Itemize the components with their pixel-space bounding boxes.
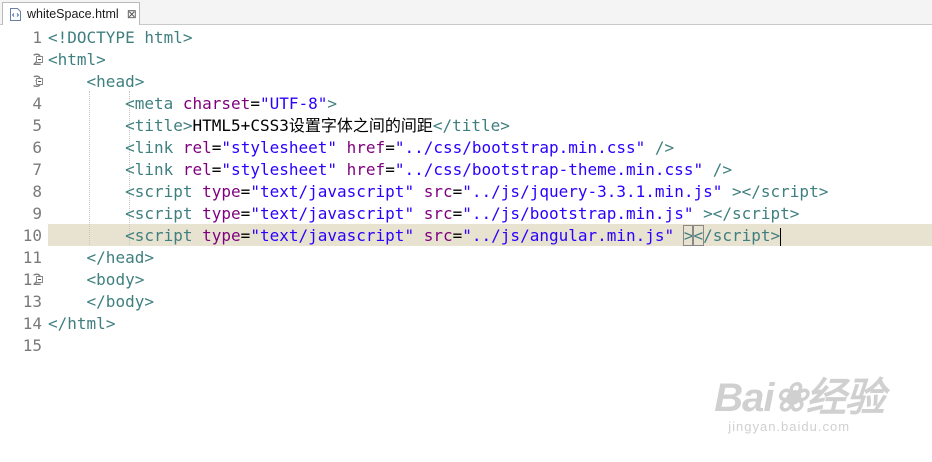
tag-name: head bbox=[96, 72, 135, 91]
doctype-text: <!DOCTYPE html> bbox=[48, 28, 193, 47]
title-text: HTML5+CSS3设置字体之间的间距 bbox=[192, 116, 433, 135]
tab-label: whiteSpace.html bbox=[27, 7, 119, 21]
code-line: <link rel="stylesheet" href="../css/boot… bbox=[125, 138, 675, 157]
line-number: 15 bbox=[22, 336, 42, 355]
tag-name: /body bbox=[96, 292, 145, 311]
attr-name: src bbox=[423, 182, 453, 201]
line-number: 4 bbox=[32, 94, 42, 113]
code-line: <script type="text/javascript" src="../j… bbox=[125, 204, 800, 223]
attr-value: "stylesheet" bbox=[221, 138, 338, 157]
attr-value: "text/javascript" bbox=[250, 204, 415, 223]
tag-name: meta bbox=[134, 94, 174, 113]
line-number: 8 bbox=[32, 182, 42, 201]
tag-name: /script bbox=[703, 226, 771, 245]
tag-name: script bbox=[134, 182, 193, 201]
code-line: </head> bbox=[86, 248, 154, 267]
code-line: <body> bbox=[86, 270, 145, 289]
tag-name: body bbox=[96, 270, 135, 289]
attr-value: "text/javascript" bbox=[250, 182, 415, 201]
tag-name: title bbox=[134, 116, 183, 135]
line-number: 6 bbox=[32, 138, 42, 157]
tag-name: link bbox=[134, 138, 174, 157]
code-line: <title>HTML5+CSS3设置字体之间的间距</title> bbox=[125, 116, 510, 135]
attr-name: charset bbox=[182, 94, 251, 113]
code-line: <!DOCTYPE html> bbox=[48, 27, 193, 49]
attr-value: "../js/angular.min.js" bbox=[462, 226, 675, 245]
attr-value: "../js/bootstrap.min.js" bbox=[462, 204, 694, 223]
attr-name: type bbox=[202, 226, 241, 245]
attr-name: type bbox=[202, 182, 241, 201]
code-line: <meta charset="UTF-8"> bbox=[125, 94, 338, 113]
tag-name: /title bbox=[442, 116, 501, 135]
tag-name: link bbox=[134, 160, 174, 179]
attr-value: "../css/bootstrap.min.css" bbox=[394, 138, 646, 157]
tag-name: /script bbox=[751, 182, 819, 201]
tab-whitespace-html[interactable]: whiteSpace.html ⊠ bbox=[2, 2, 140, 25]
attr-name: src bbox=[423, 204, 453, 223]
attr-name: href bbox=[346, 138, 386, 157]
tag-name: /script bbox=[722, 204, 790, 223]
fold-toggle-icon[interactable] bbox=[36, 78, 43, 85]
baidu-watermark: Bai❀经验 jingyan.baidu.com bbox=[714, 365, 885, 434]
attr-value: "text/javascript" bbox=[250, 226, 415, 245]
line-number: 13 bbox=[22, 292, 42, 311]
attr-value: "../css/bootstrap-theme.min.css" bbox=[394, 160, 704, 179]
tag-name: html bbox=[57, 50, 97, 69]
line-number: 1 bbox=[32, 28, 42, 47]
line-number: 11 bbox=[22, 248, 42, 267]
fold-toggle-icon[interactable] bbox=[36, 276, 43, 283]
attr-name: href bbox=[346, 160, 386, 179]
tag-name: /head bbox=[96, 248, 145, 267]
attr-name: type bbox=[202, 204, 241, 223]
tag-name: script bbox=[134, 204, 193, 223]
line-number: 14 bbox=[22, 314, 42, 333]
code-line: </body> bbox=[86, 292, 154, 311]
text-cursor bbox=[780, 227, 782, 246]
code-line-current: <script type="text/javascript" src="../j… bbox=[125, 225, 782, 246]
line-number: 9 bbox=[32, 204, 42, 223]
tag-name: /html bbox=[57, 314, 106, 333]
code-line: <html> bbox=[48, 50, 106, 69]
line-number: 10 bbox=[22, 226, 42, 245]
line-number: 7 bbox=[32, 160, 42, 179]
attr-value: "../js/jquery-3.3.1.min.js" bbox=[462, 182, 723, 201]
attr-value: "UTF-8" bbox=[259, 94, 328, 113]
attr-name: src bbox=[423, 226, 453, 245]
editor-tab-bar: whiteSpace.html ⊠ bbox=[0, 0, 932, 25]
attr-value: "stylesheet" bbox=[221, 160, 338, 179]
line-number: 5 bbox=[32, 116, 42, 135]
attr-name: rel bbox=[182, 138, 212, 157]
code-line: </html> bbox=[48, 314, 116, 333]
close-tab-icon[interactable]: ⊠ bbox=[127, 7, 137, 21]
fold-toggle-icon[interactable] bbox=[36, 56, 43, 63]
code-line: <link rel="stylesheet" href="../css/boot… bbox=[125, 160, 732, 179]
tag-name: script bbox=[134, 226, 193, 245]
code-line: <script type="text/javascript" src="../j… bbox=[125, 182, 829, 201]
html-file-icon bbox=[10, 7, 21, 21]
code-line: <head> bbox=[86, 72, 145, 91]
attr-name: rel bbox=[182, 160, 212, 179]
watermark-logo: Bai❀经验 bbox=[714, 376, 885, 420]
